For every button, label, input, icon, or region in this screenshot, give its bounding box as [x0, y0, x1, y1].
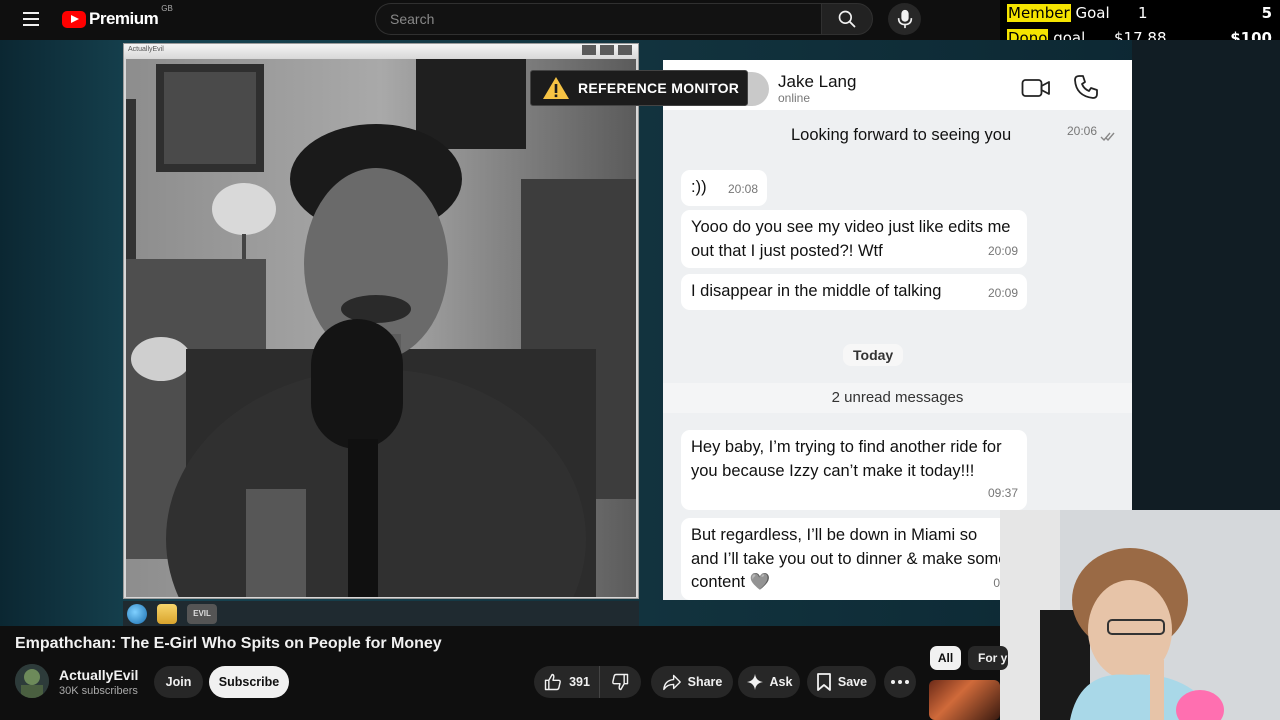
search-input[interactable] — [375, 3, 821, 35]
save-icon — [816, 673, 831, 691]
webcam-window-title: ActuallyEvil — [128, 46, 164, 53]
subscribe-button[interactable]: Subscribe — [209, 666, 289, 698]
dislike-icon — [612, 673, 629, 691]
voice-search-button[interactable] — [888, 3, 921, 35]
read-receipt-icon — [1100, 132, 1115, 141]
like-count: 391 — [569, 675, 590, 689]
save-button[interactable]: Save — [807, 666, 876, 698]
youtube-logo[interactable]: Premium GB — [62, 4, 173, 30]
like-icon — [544, 673, 561, 691]
chat-message: Hey baby, I’m trying to find another rid… — [681, 430, 1027, 510]
chat-message: :)) 20:08 — [681, 170, 767, 206]
recommended-video-thumbnail[interactable] — [929, 680, 1000, 720]
chat-message-time: 20:09 — [987, 285, 1018, 300]
chat-message-time: 20:09 — [987, 243, 1018, 258]
member-goal-label: Goal — [1070, 4, 1110, 22]
streamer-facecam-image — [1000, 510, 1280, 720]
chat-message-text: Looking forward to seeing you — [791, 126, 1012, 144]
ask-label: Ask — [769, 675, 793, 689]
chat-message-text: Hey baby, I’m trying to find another rid… — [691, 438, 1002, 480]
chat-message-text: Yooo do you see my video just like edits… — [691, 218, 1011, 260]
close-icon — [618, 45, 632, 55]
more-actions-button[interactable] — [884, 666, 916, 698]
chat-message-text: I disappear in the middle of talking — [691, 282, 942, 300]
youtube-logo-icon — [62, 10, 86, 28]
search-button[interactable] — [821, 3, 873, 35]
webcam-window-titlebar: ActuallyEvil — [124, 44, 638, 58]
ask-button[interactable]: Ask — [738, 666, 800, 698]
folder-icon — [157, 603, 177, 624]
mic-icon — [897, 9, 912, 29]
share-label: Share — [687, 675, 723, 689]
webcam-window: ActuallyEvil — [123, 43, 639, 599]
evil-app-icon: EVIL — [187, 603, 217, 624]
avatar[interactable] — [15, 664, 49, 698]
menu-icon[interactable] — [20, 10, 44, 30]
streamer-webcam-image — [126, 59, 636, 597]
chat-contact-status: online — [778, 91, 811, 105]
chat-day-label: Today — [843, 344, 904, 366]
member-goal-current: 1 — [1138, 4, 1148, 22]
ask-sparkle-icon — [746, 673, 763, 691]
chip-all[interactable]: All — [930, 646, 961, 670]
share-button[interactable]: Share — [651, 666, 733, 698]
member-goal-target: 5 — [1261, 4, 1272, 22]
unread-messages-divider: 2 unread messages — [663, 383, 1132, 413]
logo-region: GB — [161, 4, 173, 13]
chat-contact-name: Jake Lang — [778, 72, 857, 91]
chat-message-text: :)) — [691, 178, 707, 196]
member-goal-label-highlight: Member — [1007, 4, 1071, 22]
more-icon — [891, 680, 909, 684]
chat-message: Yooo do you see my video just like edits… — [681, 210, 1027, 268]
channel-name[interactable]: ActuallyEvil — [59, 667, 138, 683]
dislike-button[interactable] — [600, 666, 640, 698]
search-icon — [838, 10, 856, 28]
subscriber-count: 30K subscribers — [59, 685, 138, 697]
join-button[interactable]: Join — [154, 666, 203, 698]
share-icon — [662, 674, 681, 691]
save-label: Save — [837, 675, 868, 689]
streamer-facecam — [1000, 510, 1280, 720]
phone-icon — [1074, 75, 1098, 99]
window-controls — [582, 45, 632, 55]
start-orb-icon — [127, 603, 147, 624]
desktop-taskbar: EVIL — [123, 601, 639, 626]
video-title: Empathchan: The E-Girl Who Spits on Peop… — [15, 635, 442, 652]
chat-message-time: 09:37 — [987, 485, 1018, 500]
video-call-icon — [1021, 79, 1050, 97]
search-bar — [375, 3, 873, 35]
chip-for-you[interactable]: For y — [968, 646, 1008, 670]
channel-avatar-image — [15, 664, 49, 698]
webcam-feed — [126, 59, 636, 597]
like-button[interactable]: 391 — [534, 666, 600, 698]
avatar — [747, 72, 769, 106]
minimize-icon — [582, 45, 596, 55]
chat-message: I disappear in the middle of talking 20:… — [681, 274, 1027, 310]
chat-message-time: 20:06 — [1066, 123, 1097, 138]
chat-message-text: But regardless, I’ll be down in Miami so… — [691, 526, 1008, 591]
maximize-icon — [600, 45, 614, 55]
member-goal-row: Member Goal 1 5 — [1000, 1, 1280, 26]
reference-monitor-badge: REFERENCE MONITOR — [530, 70, 748, 106]
reference-monitor-label: REFERENCE MONITOR — [578, 80, 740, 96]
warning-icon — [543, 77, 569, 99]
like-dislike-group: 391 — [534, 666, 641, 698]
logo-text: Premium — [89, 9, 159, 28]
chat-message: Looking forward to seeing you 20:06 — [781, 118, 1121, 152]
chat-message-time: 20:08 — [727, 181, 758, 196]
chat-message-time: 0 — [993, 575, 1000, 590]
